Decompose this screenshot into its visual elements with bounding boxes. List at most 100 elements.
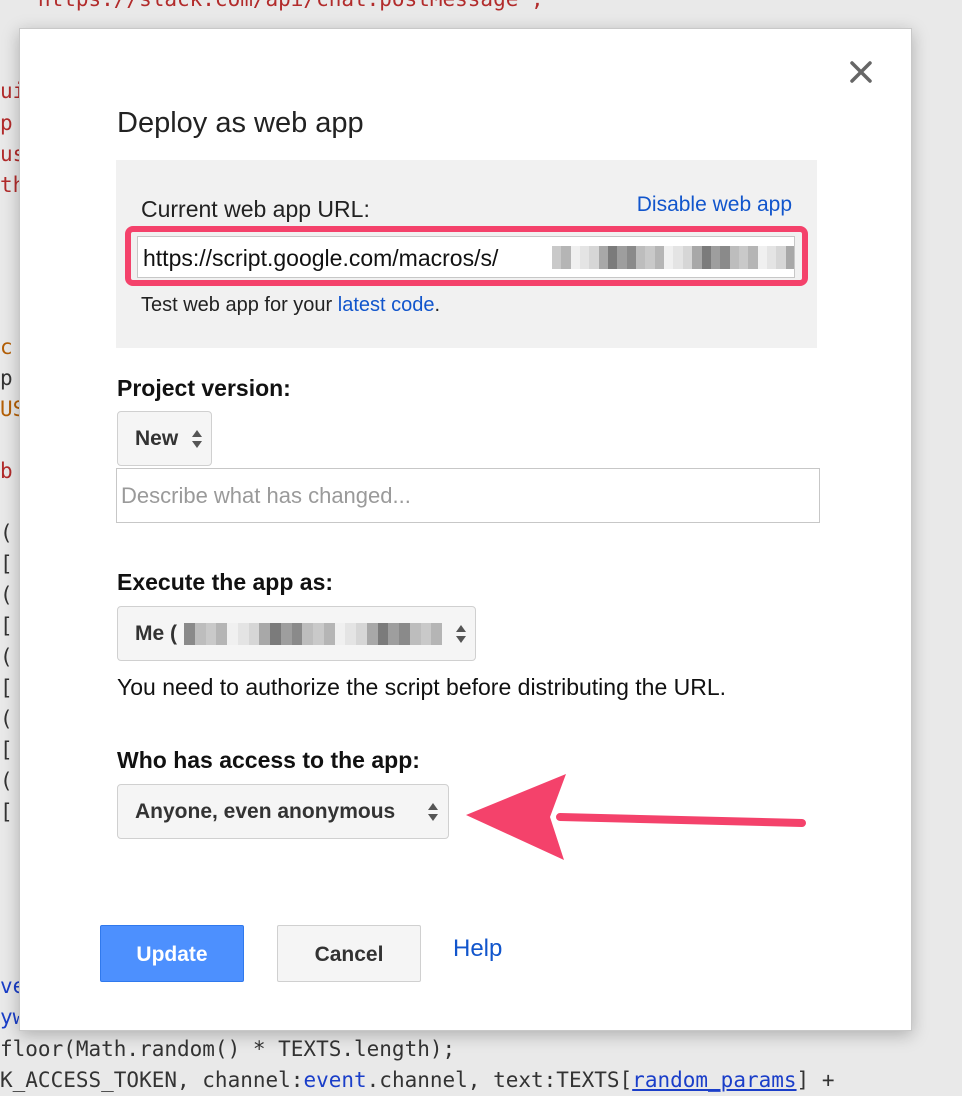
mosaic-block [345,623,356,645]
mosaic-block [377,623,389,645]
execute-as-label: Execute the app as: [117,569,334,595]
access-label: Who has access to the app: [117,747,420,773]
code-line-bottom-2-event: event [303,1068,367,1092]
mosaic-block [654,246,665,269]
mosaic-block [692,246,702,269]
mosaic-block [589,246,599,269]
url-note-suffix: . [434,294,441,316]
mosaic-block [399,623,410,645]
url-label: Current web app URL: [141,196,370,222]
mosaic-block [580,246,590,269]
select-arrows-icon [192,430,202,448]
code-line-bottom-2: K_ACCESS_TOKEN, channel:event.channel, t… [0,1065,962,1096]
code-gutter-fragment: b [0,459,13,483]
project-version-select[interactable]: New [117,411,212,466]
mosaic-block [356,623,367,645]
mosaic-block [237,623,249,645]
mosaic-block [431,623,442,645]
access-select[interactable]: Anyone, even anonymous [117,784,449,839]
code-gutter-fragment: ( [0,769,13,793]
mosaic-block [617,246,627,269]
close-icon [850,61,872,83]
dialog-title: Deploy as web app [117,107,364,139]
mosaic-block [720,246,730,269]
code-line-bottom-2-param: random_params [632,1068,797,1092]
code-line-top: "https://slack.com/api/chat.postMessage"… [0,0,962,15]
mosaic-block [776,246,786,269]
mosaic-block [757,246,767,269]
authorize-note: You need to authorize the script before … [117,674,727,700]
code-gutter-fragment: ui [0,79,20,103]
url-panel: Current web app URL: Disable web app htt… [116,160,817,348]
code-line-bottom-2-prefix: K_ACCESS_TOKEN, channel: [0,1068,304,1092]
code-gutter-fragment: [ [0,800,13,824]
update-button[interactable]: Update [100,925,244,982]
mosaic-block [598,246,609,269]
code-gutter-fragment: yw [0,1005,20,1029]
code-gutter-fragment: [ [0,552,13,576]
mosaic-block [608,246,618,269]
mosaic-block [738,246,749,269]
mosaic-block [636,246,646,269]
mosaic-block [216,623,227,645]
code-gutter-fragment: ( [0,521,13,545]
code-gutter-fragment: p [0,366,13,390]
close-button[interactable] [846,57,876,87]
redacted-account-mosaic [184,623,442,645]
mosaic-block [291,623,303,645]
code-gutter-fragment: [ [0,676,13,700]
code-line-bottom-2-mid: .channel, text:TEXTS[ [366,1068,633,1092]
project-version-label: Project version: [117,375,291,401]
code-gutter-fragment: p [0,111,13,135]
mosaic-block [194,623,206,645]
mosaic-block [409,623,421,645]
mosaic-block [682,246,693,269]
project-version-value: New [135,427,179,450]
mosaic-block [785,246,794,269]
mosaic-block [280,623,292,645]
code-gutter-fragment: [ [0,614,13,638]
disable-web-app-link[interactable]: Disable web app [637,193,792,217]
mosaic-block [645,246,655,269]
url-note-prefix: Test web app for your [141,294,338,316]
latest-code-link[interactable]: latest code [338,294,435,316]
select-arrows-icon [428,803,438,821]
execute-as-value: Me ( [135,622,177,645]
version-description-input[interactable] [116,468,820,523]
mosaic-block [334,623,346,645]
cancel-button[interactable]: Cancel [277,925,421,982]
execute-as-select[interactable]: Me ( [117,606,476,661]
mosaic-block [766,246,777,269]
code-gutter-fragment: ( [0,583,13,607]
code-line-bottom-1-text: floor(Math.random() * TEXTS.length); [0,1037,456,1061]
mosaic-block [323,623,335,645]
mosaic-block [259,623,270,645]
code-gutter-fragment: [ [0,738,13,762]
web-app-url-field[interactable]: https://script.google.com/macros/s/ [137,236,795,278]
code-gutter-fragment: c [0,335,13,359]
mosaic-block [227,623,238,645]
mosaic-block [729,246,739,269]
mosaic-block [561,246,571,269]
mosaic-block [701,246,711,269]
mosaic-block [552,246,562,269]
code-gutter-fragment: ( [0,645,13,669]
mosaic-block [366,623,378,645]
help-link[interactable]: Help [453,935,502,963]
web-app-url-text: https://script.google.com/macros/s/ [143,245,499,271]
mosaic-block [626,246,637,269]
mosaic-block [248,623,260,645]
deploy-dialog: Deploy as web app Current web app URL: D… [19,28,912,1031]
mosaic-block [205,623,217,645]
url-note: Test web app for your latest code. [141,294,441,317]
redacted-url-mosaic [552,246,794,269]
mosaic-block [388,623,399,645]
code-line-bottom-1: floor(Math.random() * TEXTS.length); [0,1034,962,1065]
mosaic-block [270,623,281,645]
code-gutter-fragment: th [0,173,20,197]
access-value: Anyone, even anonymous [135,800,396,823]
mosaic-block [313,623,324,645]
mosaic-block [420,623,432,645]
mosaic-block [302,623,313,645]
mosaic-block [673,246,683,269]
